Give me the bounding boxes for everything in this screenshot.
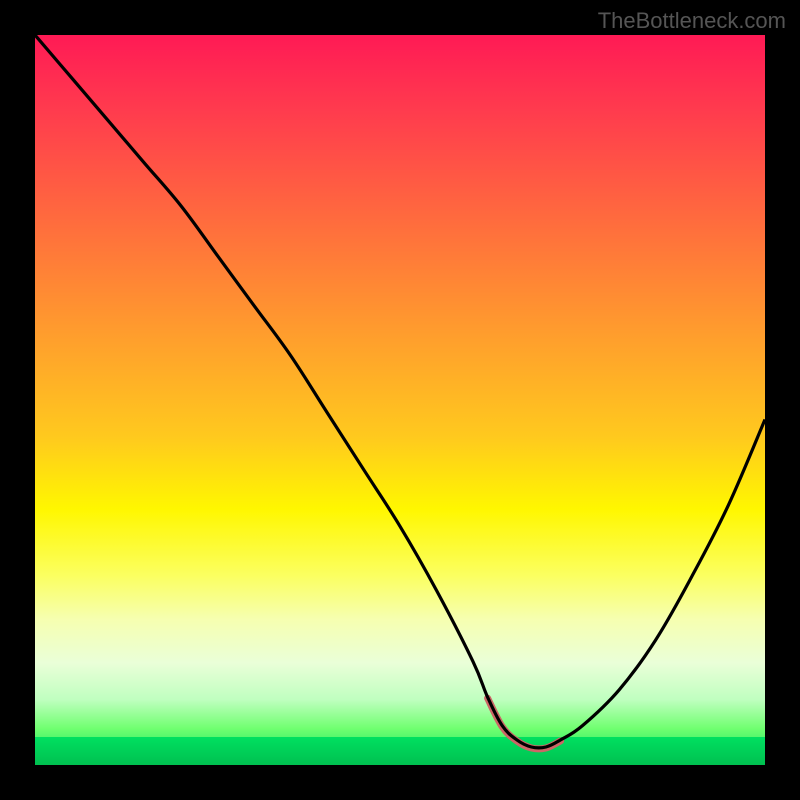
trough-accent xyxy=(488,698,561,749)
bottleneck-curve xyxy=(35,35,765,748)
plot-area xyxy=(35,35,765,765)
chart-container: TheBottleneck.com xyxy=(0,0,800,800)
curve-svg xyxy=(35,35,765,765)
watermark-text: TheBottleneck.com xyxy=(598,8,786,34)
